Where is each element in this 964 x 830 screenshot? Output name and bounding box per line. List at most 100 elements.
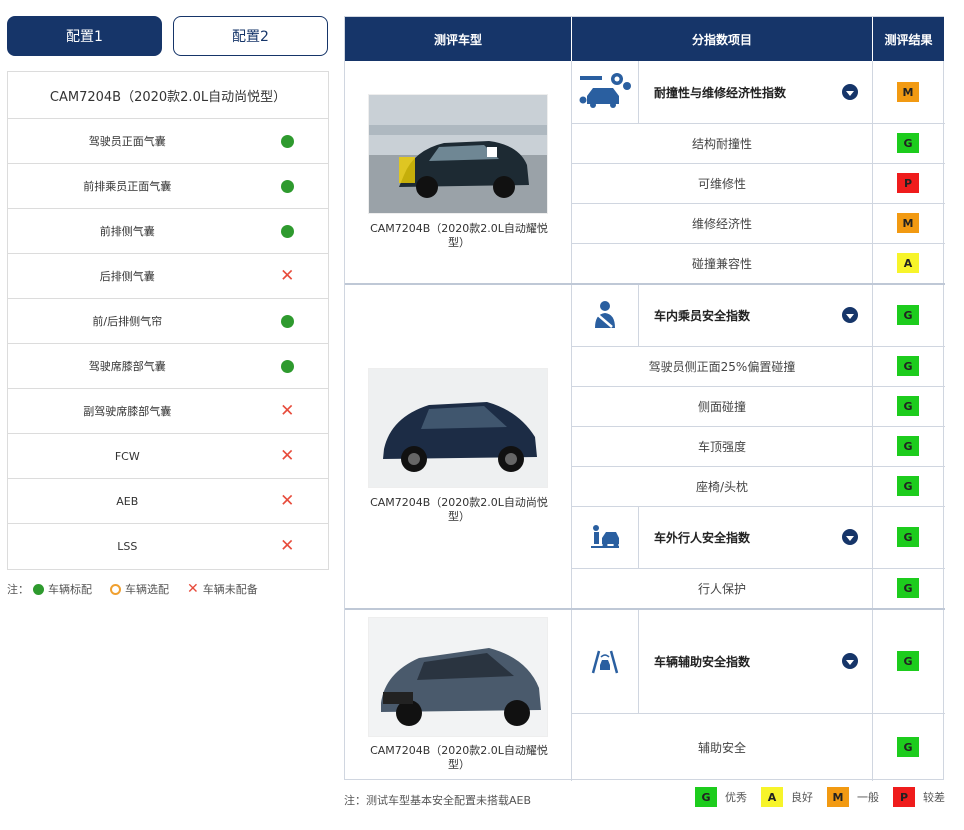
config-label: 前排侧气囊	[99, 225, 155, 238]
legend-label: 较差	[923, 791, 945, 804]
note-prefix: 注：	[7, 583, 29, 596]
grade-badge: G	[897, 476, 919, 496]
group-title-pedestrian: 车外行人安全指数	[654, 530, 751, 545]
chevron-down-icon[interactable]	[842, 84, 858, 100]
not-equipped-x-icon: ✕	[280, 536, 295, 556]
chevron-down-icon[interactable]	[842, 529, 858, 545]
subitem-label: 车顶强度	[697, 439, 746, 454]
car-photo-crash-test	[368, 94, 548, 214]
config-label: 前/后排侧气帘	[92, 315, 163, 328]
config-model-title: CAM7204B（2020款2.0L自动尚悦型）	[8, 72, 328, 119]
grade-badge: P	[897, 173, 919, 193]
config-row: 前排侧气囊	[8, 209, 328, 254]
subitem-label: 辅助安全	[697, 740, 746, 755]
grade-badge: A	[897, 253, 919, 273]
legend-label: 一般	[857, 791, 879, 804]
pedestrian-icon	[571, 506, 638, 568]
grade-badge: M	[897, 82, 919, 102]
standard-dot-icon	[33, 583, 44, 595]
grade-badge: G	[897, 356, 919, 376]
grade-badge: G	[897, 436, 919, 456]
config-table: CAM7204B（2020款2.0L自动尚悦型） 驾驶员正面气囊 前排乘员正面气…	[7, 71, 329, 570]
lane-assist-icon	[571, 610, 638, 713]
config-row: 后排侧气囊 ✕	[8, 254, 328, 299]
config-label: 前排乘员正面气囊	[83, 180, 172, 193]
standard-dot-icon	[280, 314, 294, 328]
not-equipped-x-icon: ✕	[187, 581, 199, 597]
chevron-down-icon[interactable]	[842, 653, 858, 669]
config-row: 前/后排侧气帘	[8, 299, 328, 344]
standard-dot-icon	[280, 359, 294, 373]
subitem-label: 座椅/头枕	[695, 479, 749, 494]
standard-dot-icon	[280, 134, 294, 148]
grade-badge: G	[897, 737, 919, 757]
legend-badge: P	[893, 787, 915, 807]
config-label: 副驾驶席膝部气囊	[83, 405, 172, 418]
legend-marginal: M 一般	[827, 787, 879, 807]
repair-tools-icon	[571, 61, 638, 123]
chevron-down-icon[interactable]	[842, 307, 858, 323]
legend-badge: A	[761, 787, 783, 807]
legend-acceptable: A 良好	[761, 787, 813, 807]
optional-ring-icon	[110, 583, 121, 595]
grade-badge: M	[897, 213, 919, 233]
not-equipped-x-icon: ✕	[280, 445, 295, 466]
grade-badge: G	[897, 651, 919, 671]
group-title-crashworthiness: 耐撞性与维修经济性指数	[654, 85, 787, 100]
legend-good: G 优秀	[695, 787, 747, 807]
results-table: 测评车型 分指数项目 测评结果 CAM7204B（2020款2.0L自动耀悦型）	[344, 16, 945, 781]
standard-dot-icon	[280, 224, 294, 238]
subitem-label: 可维修性	[697, 176, 746, 191]
footer-note: 注：测试车型基本安全配置未搭载AEB	[344, 794, 532, 807]
grade-badge: G	[897, 527, 919, 547]
grade-badge: G	[897, 578, 919, 598]
header-model: 测评车型	[345, 17, 571, 61]
legend-label: 优秀	[725, 791, 747, 804]
config-label: 驾驶员正面气囊	[88, 135, 166, 148]
legend-badge: M	[827, 787, 849, 807]
car-caption: CAM7204B（2020款2.0L自动耀悦型）	[370, 744, 548, 771]
car-photo-side	[368, 368, 548, 488]
subitem-label: 维修经济性	[691, 216, 752, 231]
header-items: 分指数项目	[572, 17, 872, 61]
not-equipped-x-icon: ✕	[280, 265, 295, 286]
subitem-label: 行人保护	[697, 581, 746, 596]
grade-badge: G	[897, 396, 919, 416]
tab-config-2[interactable]: 配置2	[173, 16, 328, 56]
car-caption: CAM7204B（2020款2.0L自动尚悦型）	[370, 496, 548, 523]
config-row: 驾驶席膝部气囊	[8, 344, 328, 389]
config-legend: 注： 车辆标配 车辆选配 ✕ 车辆未配备	[7, 581, 258, 597]
config-label: FCW	[114, 449, 140, 463]
config-row: 副驾驶席膝部气囊 ✕	[8, 389, 328, 434]
grade-badge: G	[897, 305, 919, 325]
config-row: FCW ✕	[8, 434, 328, 479]
config-label: LSS	[117, 540, 138, 553]
car-caption: CAM7204B（2020款2.0L自动耀悦型）	[370, 222, 548, 249]
legend-optional: 车辆选配	[125, 583, 169, 596]
config-label: 驾驶席膝部气囊	[88, 360, 166, 373]
grade-badge: G	[897, 133, 919, 153]
not-equipped-x-icon: ✕	[280, 400, 295, 421]
subitem-label: 碰撞兼容性	[691, 256, 752, 271]
seatbelt-occupant-icon	[571, 284, 638, 346]
config-row: 前排乘员正面气囊	[8, 164, 328, 209]
legend-poor: P 较差	[893, 787, 945, 807]
header-result: 测评结果	[873, 17, 944, 61]
subitem-label: 驾驶员侧正面25%偏置碰撞	[648, 359, 796, 374]
not-equipped-x-icon: ✕	[280, 490, 295, 511]
config-label: 后排侧气囊	[99, 270, 155, 283]
subitem-label: 结构耐撞性	[691, 136, 752, 151]
legend-standard: 车辆标配	[48, 583, 92, 596]
config-row: 驾驶员正面气囊	[8, 119, 328, 164]
subitem-label: 侧面碰撞	[697, 399, 746, 414]
legend-none: 车辆未配备	[202, 583, 258, 596]
group-title-assist: 车辆辅助安全指数	[654, 655, 751, 669]
group-title-occupant: 车内乘员安全指数	[654, 308, 751, 323]
config-label: AEB	[116, 494, 139, 508]
config-row: AEB ✕	[8, 479, 328, 524]
tab-config-1[interactable]: 配置1	[7, 16, 162, 56]
standard-dot-icon	[280, 179, 294, 193]
car-photo-front	[368, 617, 548, 737]
legend-label: 良好	[791, 791, 813, 804]
config-row: LSS ✕	[8, 524, 328, 569]
